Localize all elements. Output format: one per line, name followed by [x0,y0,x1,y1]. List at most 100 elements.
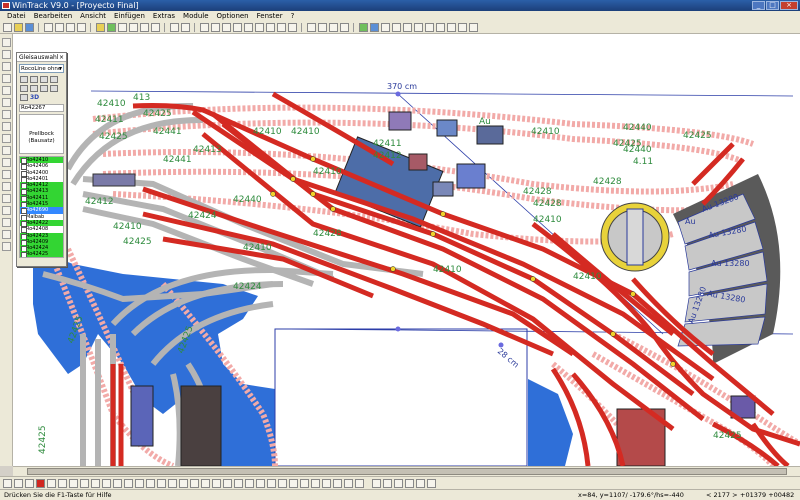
undo-icon[interactable] [170,22,179,32]
layer-tab[interactable] [245,478,254,488]
layer-tab[interactable] [80,478,89,488]
layer-tab-active[interactable] [36,478,45,488]
part-list[interactable]: Ro42410 Ro42406 Ro42400 Ro42401 Ro42412 … [19,156,64,258]
train-icon[interactable] [372,478,381,488]
accessory-icon[interactable] [20,94,28,101]
zoom-in-icon[interactable] [118,22,127,32]
layout-canvas[interactable]: Au 13280 Au 13280 Au 13280 Au 13280 Au 1… [13,34,800,466]
layer-tab[interactable] [91,478,100,488]
polygon-icon[interactable] [436,22,445,32]
pointer-tool-icon[interactable] [1,38,11,47]
track-plan-drawing[interactable]: Au 13280 Au 13280 Au 13280 Au 13280 Au 1… [13,34,800,466]
turnout-track-icon[interactable] [20,85,28,92]
menu-optionen[interactable]: Optionen [213,11,253,21]
layer-tab[interactable] [157,478,166,488]
platform-tool-icon[interactable] [1,206,11,215]
house-building[interactable] [432,181,454,197]
snap-icon[interactable] [211,22,220,32]
new-file-icon[interactable] [3,22,12,32]
open-folder-icon[interactable] [14,22,23,32]
layer-tab[interactable] [168,478,177,488]
buffer-stop-icon[interactable] [30,85,38,92]
list-item[interactable]: Ro42425 [20,251,63,257]
print-icon[interactable] [77,22,86,32]
layer-tab[interactable] [102,478,111,488]
track-system-select[interactable]: RocoLine ohne [19,64,64,73]
menu-ansicht[interactable]: Ansicht [76,11,110,21]
text-tool-icon[interactable] [1,122,11,131]
layer-tab[interactable] [234,478,243,488]
curve-track-icon[interactable] [30,76,38,83]
bridge-tool-icon[interactable] [1,230,11,239]
rotate-icon[interactable] [233,22,242,32]
layer-tab[interactable] [322,478,331,488]
house-building[interactable] [476,125,504,145]
text-icon[interactable] [392,22,401,32]
folder-icon[interactable] [96,22,105,32]
view-3d-icon[interactable] [447,22,456,32]
paste-icon[interactable] [66,22,75,32]
building-icon[interactable] [381,22,390,32]
scrollbar-thumb[interactable] [27,468,787,475]
signal-icon[interactable] [40,85,48,92]
minimize-button[interactable]: _ [752,1,765,10]
dimension-handle[interactable] [395,326,401,332]
house-building[interactable] [408,153,428,171]
layer-tab[interactable] [223,478,232,488]
copy-icon[interactable] [55,22,64,32]
cut-icon[interactable] [44,22,53,32]
layer-tab[interactable] [333,478,342,488]
line-icon[interactable] [403,22,412,32]
camera-icon[interactable] [416,478,425,488]
menu-extras[interactable]: Extras [149,11,179,21]
mirror-icon[interactable] [244,22,253,32]
flex-track-icon[interactable] [266,22,275,32]
road-tool-icon[interactable] [1,170,11,179]
export-icon[interactable] [394,478,403,488]
layer-tab[interactable] [278,478,287,488]
house-building[interactable] [456,163,486,189]
tree-tool-icon[interactable] [1,158,11,167]
layer-tab[interactable] [14,478,23,488]
layer-tab[interactable] [47,478,56,488]
view-3d-icon[interactable]: 3D [30,94,39,101]
layer-tab[interactable] [25,478,34,488]
station-building[interactable] [92,173,136,187]
height-profile-icon[interactable] [383,478,392,488]
rectangle-icon[interactable] [425,22,434,32]
crossing-track-icon[interactable] [50,76,58,83]
layer-tab[interactable] [124,478,133,488]
slope-icon[interactable] [288,22,297,32]
height-icon[interactable] [277,22,286,32]
dimension-handle[interactable] [395,91,401,97]
disconnect-icon[interactable] [329,22,338,32]
layer-tab[interactable] [3,478,12,488]
horizontal-scrollbar[interactable] [13,466,800,476]
layer-tab[interactable] [212,478,221,488]
menu-bearbeiten[interactable]: Bearbeiten [30,11,76,21]
connect-icon[interactable] [318,22,327,32]
layer-tab[interactable] [300,478,309,488]
building-icon[interactable] [50,85,58,92]
buffer-tool-icon[interactable] [1,110,11,119]
layer-tab[interactable] [256,478,265,488]
image-icon[interactable] [405,478,414,488]
layer-tab[interactable] [201,478,210,488]
menu-fenster[interactable]: Fenster [253,11,287,21]
layer-tab[interactable] [267,478,276,488]
platform-building[interactable] [130,385,154,447]
redo-icon[interactable] [181,22,190,32]
track-tool-icon[interactable] [1,50,11,59]
house-building[interactable] [436,119,458,137]
layer-tab[interactable] [355,478,364,488]
menu-help[interactable]: ? [287,11,299,21]
signal-tool-icon[interactable] [1,182,11,191]
measure-icon[interactable] [222,22,231,32]
landscape-icon[interactable] [359,22,368,32]
maximize-button[interactable]: □ [766,1,779,10]
layer-tab[interactable] [146,478,155,488]
menu-einfuegen[interactable]: Einfügen [110,11,149,21]
layer-tab[interactable] [69,478,78,488]
warehouse-building[interactable] [180,385,222,466]
zoom-all-icon[interactable] [151,22,160,32]
